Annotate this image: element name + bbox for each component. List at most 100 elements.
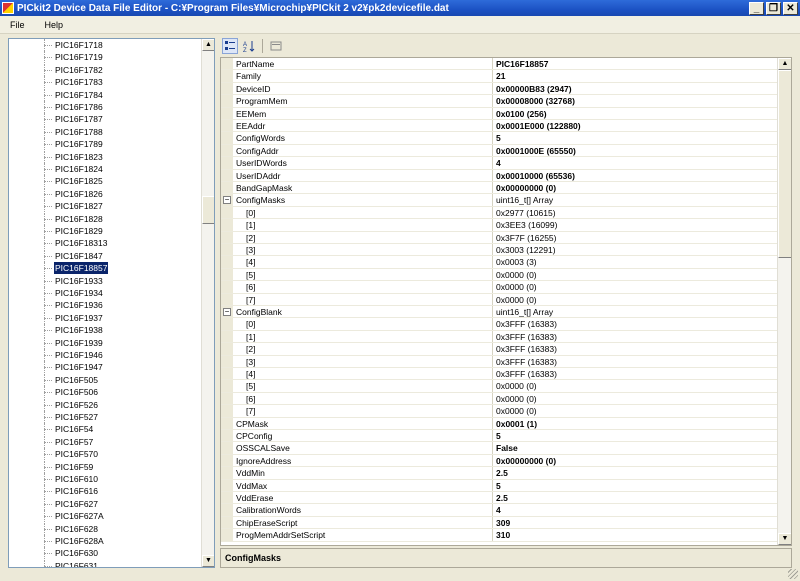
property-row[interactable]: [0] 0x3FFF (16383) xyxy=(221,318,778,331)
tree-scroll-thumb[interactable] xyxy=(202,196,214,224)
property-row[interactable]: [7] 0x0000 (0) xyxy=(221,405,778,418)
collapse-toggle-icon[interactable]: − xyxy=(223,196,231,205)
property-value[interactable]: 0x0000 (0) xyxy=(494,380,778,391)
property-row[interactable]: [0] 0x2977 (10615) xyxy=(221,206,778,220)
property-value[interactable]: 0x00010000 (65536) xyxy=(494,170,778,181)
grid-scroll-up-button[interactable]: ▲ xyxy=(778,58,791,70)
property-row[interactable]: EEMem 0x0100 (256) xyxy=(221,107,778,120)
property-row[interactable]: DeviceID 0x00000B83 (2947) xyxy=(221,82,778,96)
property-row[interactable]: BandGapMask 0x00000000 (0) xyxy=(221,182,778,195)
tree-item[interactable]: PIC16F630 xyxy=(9,547,202,560)
tree-item[interactable]: PIC16F1827 xyxy=(9,200,202,213)
property-row[interactable]: [7] 0x0000 (0) xyxy=(221,293,778,306)
tree-item[interactable]: PIC16F1933 xyxy=(9,274,202,287)
grid-scrollbar[interactable]: ▲ ▼ xyxy=(777,58,791,545)
tree-item[interactable]: PIC16F1719 xyxy=(9,51,202,64)
property-value[interactable]: 4 xyxy=(494,157,778,168)
tree-item[interactable]: PIC16F1786 xyxy=(9,101,202,113)
property-row[interactable]: ConfigWords 5 xyxy=(221,132,778,145)
tree-item[interactable]: PIC16F1787 xyxy=(9,113,202,126)
tree-item[interactable]: PIC16F18313 xyxy=(9,237,202,250)
property-value[interactable]: 0x3003 (12291) xyxy=(494,244,778,255)
property-row[interactable]: [3] 0x3FFF (16383) xyxy=(221,355,778,368)
property-value[interactable]: 0x0001000E (65550) xyxy=(494,145,778,156)
property-row[interactable]: Family 21 xyxy=(221,70,778,83)
property-value[interactable]: 0x00000B83 (2947) xyxy=(494,83,778,94)
property-value[interactable]: 0x00000000 (0) xyxy=(494,182,778,193)
device-tree[interactable]: PIC16F1718 PIC16F1719 PIC16F1782 PIC16F1783… xyxy=(8,38,215,568)
property-value[interactable]: 0x3FFF (16383) xyxy=(494,356,778,367)
tree-item[interactable]: PIC16F1828 xyxy=(9,212,202,225)
property-value[interactable]: 5 xyxy=(494,430,778,441)
property-value[interactable]: 0x0001 (1) xyxy=(494,418,778,429)
tree-item[interactable]: PIC16F628A xyxy=(9,535,202,547)
property-row[interactable]: CalibrationWords 4 xyxy=(221,504,778,517)
property-value[interactable]: 2.5 xyxy=(494,492,778,503)
property-row[interactable]: VddErase 2.5 xyxy=(221,492,778,505)
tree-item[interactable]: PIC16F1936 xyxy=(9,299,202,312)
property-value[interactable]: 5 xyxy=(494,132,778,143)
property-value[interactable]: 0x0000 (0) xyxy=(494,405,778,416)
tree-item[interactable]: PIC16F1789 xyxy=(9,138,202,151)
property-row[interactable]: [5] 0x0000 (0) xyxy=(221,380,778,393)
menu-file[interactable]: File xyxy=(0,16,35,34)
tree-item[interactable]: PIC16F570 xyxy=(9,448,202,461)
property-row[interactable]: UserIDAddr 0x00010000 (65536) xyxy=(221,169,778,182)
property-value[interactable]: 0x3FFF (16383) xyxy=(494,331,778,342)
property-value[interactable]: 309 xyxy=(494,517,778,528)
property-value[interactable]: 0x3FFF (16383) xyxy=(494,343,778,354)
property-row[interactable]: ProgramMem 0x00008000 (32768) xyxy=(221,95,778,108)
tree-item[interactable]: PIC16F1946 xyxy=(9,349,202,361)
tree-item[interactable]: PIC16F627 xyxy=(9,497,202,510)
grid-scroll-thumb[interactable] xyxy=(778,70,791,258)
tree-item[interactable]: PIC16F1782 xyxy=(9,63,202,76)
property-row[interactable]: CPMask 0x0001 (1) xyxy=(221,417,778,430)
property-row[interactable]: [3] 0x3003 (12291) xyxy=(221,244,778,257)
property-row[interactable]: [4] 0x3FFF (16383) xyxy=(221,368,778,381)
tree-item[interactable]: PIC16F1934 xyxy=(9,287,202,299)
tree-scroll-down-button[interactable]: ▼ xyxy=(202,555,214,567)
close-button[interactable]: ✕ xyxy=(783,1,798,15)
tree-item[interactable]: PIC16F1826 xyxy=(9,187,202,200)
property-row[interactable]: VddMax 5 xyxy=(221,479,778,492)
property-value[interactable]: 0x0000 (0) xyxy=(494,281,778,292)
tree-item[interactable]: PIC16F506 xyxy=(9,386,202,399)
property-value[interactable]: 0x00000000 (0) xyxy=(494,455,778,466)
resize-grip[interactable] xyxy=(788,569,798,579)
property-value[interactable]: 0x00008000 (32768) xyxy=(494,95,778,106)
tree-item[interactable]: PIC16F1847 xyxy=(9,249,202,262)
tree-item[interactable]: PIC16F1829 xyxy=(9,225,202,237)
tree-scrollbar[interactable]: ▲ ▼ xyxy=(201,39,214,567)
property-row[interactable]: IgnoreAddress 0x00000000 (0) xyxy=(221,454,778,468)
tree-item[interactable]: PIC16F628 xyxy=(9,522,202,535)
property-value[interactable]: 0x0100 (256) xyxy=(494,108,778,119)
maximize-button[interactable]: ❐ xyxy=(766,1,781,15)
property-grid[interactable]: PartName PIC16F18857 Family 21 DeviceID 0x000… xyxy=(220,57,792,546)
property-category-row[interactable]: − ConfigMasks uint16_t[] Array xyxy=(221,194,778,207)
tree-item[interactable]: PIC16F610 xyxy=(9,473,202,485)
property-value[interactable]: 0x3FFF (16383) xyxy=(494,318,778,329)
property-row[interactable]: UserIDWords 4 xyxy=(221,157,778,170)
property-value[interactable]: 4 xyxy=(494,504,778,515)
tree-item[interactable]: PIC16F1824 xyxy=(9,163,202,175)
property-pages-button[interactable] xyxy=(268,38,284,54)
tree-item[interactable]: PIC16F616 xyxy=(9,485,202,498)
property-value[interactable]: 2.5 xyxy=(494,467,778,478)
tree-item[interactable]: PIC16F1939 xyxy=(9,336,202,349)
property-row[interactable]: [6] 0x0000 (0) xyxy=(221,281,778,294)
property-value[interactable]: 21 xyxy=(494,70,778,81)
tree-item[interactable]: PIC16F1937 xyxy=(9,311,202,324)
property-row[interactable]: [6] 0x0000 (0) xyxy=(221,392,778,406)
tree-item[interactable]: PIC16F59 xyxy=(9,460,202,473)
property-value[interactable]: 0x3FFF (16383) xyxy=(494,368,778,379)
tree-item[interactable]: PIC16F627A xyxy=(9,510,202,523)
tree-item[interactable]: PIC16F57 xyxy=(9,435,202,448)
property-category-row[interactable]: − ConfigBlank uint16_t[] Array xyxy=(221,306,778,319)
minimize-button[interactable]: _ xyxy=(749,1,764,15)
property-value[interactable]: 0x0000 (0) xyxy=(494,269,778,280)
collapse-toggle-icon[interactable]: − xyxy=(223,308,231,316)
property-row[interactable]: EEAddr 0x0001E000 (122880) xyxy=(221,120,778,133)
tree-item[interactable]: PIC16F1938 xyxy=(9,324,202,337)
tree-item[interactable]: PIC16F527 xyxy=(9,411,202,423)
property-value[interactable]: 0x0000 (0) xyxy=(494,393,778,404)
